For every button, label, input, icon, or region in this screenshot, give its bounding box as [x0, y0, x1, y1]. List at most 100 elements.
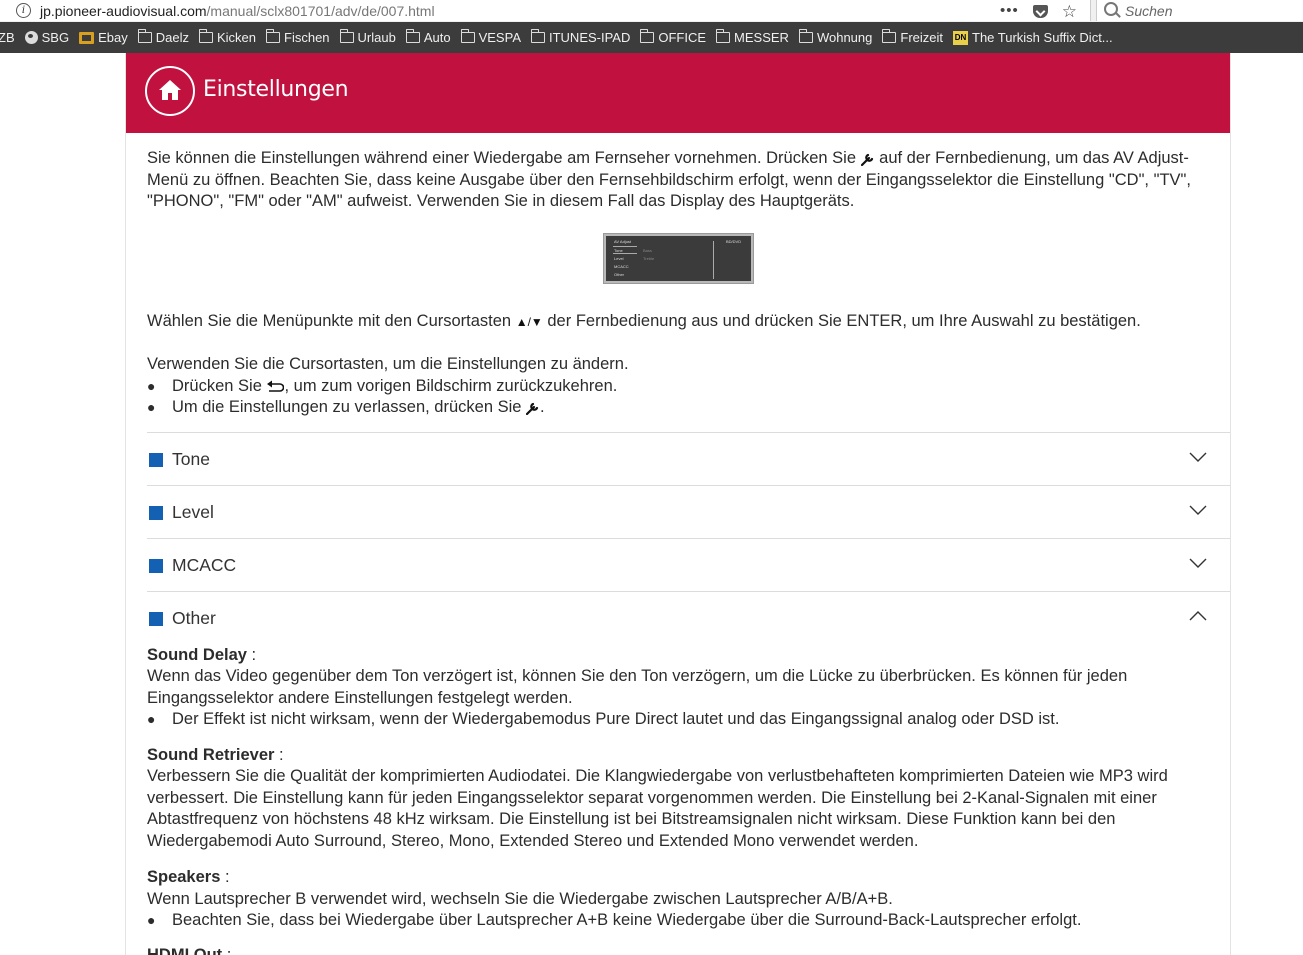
bookmark-zb[interactable]: ZB	[0, 27, 19, 49]
bookmarks-bar: ZB SBG Ebay Daelz Kicken Fischen Urlaub …	[0, 22, 1303, 53]
folder-icon	[137, 29, 152, 43]
screen-item-level: Level	[614, 256, 624, 261]
bullet-text: Um die Einstellungen zu verlassen, drück…	[172, 397, 545, 419]
bookmark-label: MESSER	[734, 30, 789, 45]
speakers-title: Speakers	[147, 868, 221, 886]
chevron-down-icon[interactable]	[1188, 553, 1208, 573]
search-box[interactable]	[1096, 0, 1303, 21]
bookmark-label: Freizeit	[900, 30, 943, 45]
bookmark-label: Daelz	[155, 30, 189, 45]
av-adjust-screen: AV Adjust BD/DVD Tone Level MCACC Other …	[606, 236, 751, 281]
bookmark-urlaub[interactable]: Urlaub	[336, 27, 400, 49]
bookmark-auto[interactable]: Auto	[402, 27, 455, 49]
accordion-marker	[149, 559, 163, 573]
bookmark-itunes-ipad[interactable]: ITUNES-IPAD	[527, 27, 634, 49]
folder-icon	[798, 29, 813, 43]
bookmark-freizeit[interactable]: Freizeit	[878, 27, 947, 49]
home-button[interactable]	[145, 66, 195, 116]
folder-icon	[640, 29, 655, 43]
wrench-icon	[526, 402, 539, 415]
speakers-bullet: ● Beachten Sie, dass bei Wiedergabe über …	[147, 910, 1212, 932]
sound-delay-bullet: ● Der Effekt ist nicht wirksam, wenn der …	[147, 709, 1212, 731]
folder-icon	[339, 29, 354, 43]
bookmark-messer[interactable]: MESSER	[712, 27, 793, 49]
hdmi-out-heading: HDMI Out :	[147, 945, 1212, 955]
url-host: jp.pioneer-audiovisual.com	[40, 3, 207, 19]
select-text-a: Wählen Sie die Menüpunkte mit den Cursor…	[147, 312, 516, 330]
accordion-label: Other	[172, 608, 216, 628]
bullet-exit-text-b: .	[540, 398, 545, 416]
up-down-arrows-icon: ▲/▼	[515, 315, 543, 329]
sound-retriever-title: Sound Retriever	[147, 746, 275, 764]
url-text[interactable]: jp.pioneer-audiovisual.com/manual/sclx80…	[40, 3, 435, 19]
chevron-down-icon[interactable]	[1188, 500, 1208, 520]
bookmark-office[interactable]: OFFICE	[636, 27, 710, 49]
url-path: /manual/sclx801701/adv/de/007.html	[206, 3, 435, 19]
bookmark-daelz[interactable]: Daelz	[134, 27, 193, 49]
hdmi-out-title: HDMI Out	[147, 946, 223, 955]
bookmark-label: Wohnung	[816, 30, 873, 45]
folder-icon	[460, 29, 475, 43]
accordion-marker	[149, 453, 163, 467]
chevron-down-icon[interactable]	[1188, 447, 1208, 467]
bookmark-fischen[interactable]: Fischen	[262, 27, 334, 49]
select-text-b: der Fernbedienung aus und drücken Sie EN…	[542, 312, 1141, 330]
search-icon	[1104, 2, 1118, 16]
screen-title: AV Adjust	[614, 239, 632, 244]
bookmark-label: OFFICE	[658, 30, 707, 45]
bookmark-ebay[interactable]: Ebay	[75, 27, 132, 49]
bullet-dot: ●	[147, 378, 156, 394]
bookmark-turkish-suffix[interactable]: DN The Turkish Suffix Dict...	[949, 27, 1117, 49]
bookmark-sbg[interactable]: SBG	[21, 27, 73, 49]
dn-icon: DN	[953, 30, 968, 45]
sound-delay-title: Sound Delay	[147, 646, 247, 664]
sound-delay-text: Wenn das Video gegenüber dem Ton verzöge…	[147, 667, 1128, 707]
accordion-level[interactable]: Level	[147, 485, 1230, 538]
sound-retriever-text: Verbessern Sie die Qualität der komprimi…	[147, 767, 1168, 850]
url-bar[interactable]: i jp.pioneer-audiovisual.com/manual/sclx…	[0, 0, 1091, 21]
av-adjust-screen-image: AV Adjust BD/DVD Tone Level MCACC Other …	[603, 233, 754, 284]
browser-toolbar: i jp.pioneer-audiovisual.com/manual/sclx…	[0, 0, 1303, 23]
bookmark-kicken[interactable]: Kicken	[195, 27, 260, 49]
bullet-back: ● Drücken Sie , um zum vorigen Bildschirm…	[147, 376, 1212, 398]
ebay-icon	[79, 31, 95, 44]
page-title: Einstellungen	[203, 77, 349, 102]
bullet-exit: ● Um die Einstellungen zu verlassen, drüc…	[147, 397, 1212, 419]
bookmark-label: Urlaub	[357, 30, 396, 45]
accordion-other[interactable]: Other	[147, 591, 1230, 644]
bookmark-label: Fischen	[284, 30, 330, 45]
folder-icon	[716, 29, 731, 43]
heading-colon: :	[222, 946, 232, 955]
screen-side-bass: Bass	[643, 248, 652, 253]
accordion-mcacc[interactable]: MCACC	[147, 538, 1230, 591]
screen-item-other: Other	[614, 272, 625, 277]
manual-page: Einstellungen Sie können die Einstellung…	[125, 53, 1231, 955]
chevron-up-icon[interactable]	[1188, 606, 1208, 626]
return-icon	[267, 380, 285, 392]
sound-delay-heading: Sound Delay :	[147, 645, 1212, 667]
bookmark-star-icon[interactable]: ☆	[1062, 3, 1077, 20]
intro-paragraph: Sie können die Einstellungen während ein…	[147, 148, 1212, 213]
page-actions-icon[interactable]: •••	[1000, 3, 1019, 18]
bookmark-vespa[interactable]: VESPA	[457, 27, 525, 49]
screen-side-treble: Treble	[643, 256, 655, 261]
info-icon[interactable]: i	[16, 3, 31, 18]
search-input[interactable]	[1123, 1, 1297, 21]
accordion-tone[interactable]: Tone	[147, 432, 1230, 485]
heading-colon: :	[220, 868, 230, 886]
bullet-dot: ●	[147, 399, 156, 415]
header-banner: Einstellungen	[126, 53, 1230, 133]
heading-colon: :	[246, 646, 257, 664]
intro-text-a: Sie können die Einstellungen während ein…	[147, 149, 861, 167]
bookmark-label: Kicken	[216, 30, 257, 45]
heading-colon: :	[274, 746, 284, 764]
screen-underline	[613, 246, 637, 247]
bookmark-label: ITUNES-IPAD	[548, 30, 631, 45]
bookmark-label: ZB	[0, 30, 15, 45]
accordion-label: MCACC	[172, 555, 237, 575]
screen-underline	[613, 253, 637, 254]
sound-retriever-heading: Sound Retriever :	[147, 745, 1212, 767]
folder-icon	[882, 29, 897, 43]
bookmark-wohnung[interactable]: Wohnung	[795, 27, 876, 49]
pocket-icon[interactable]	[1032, 4, 1048, 18]
